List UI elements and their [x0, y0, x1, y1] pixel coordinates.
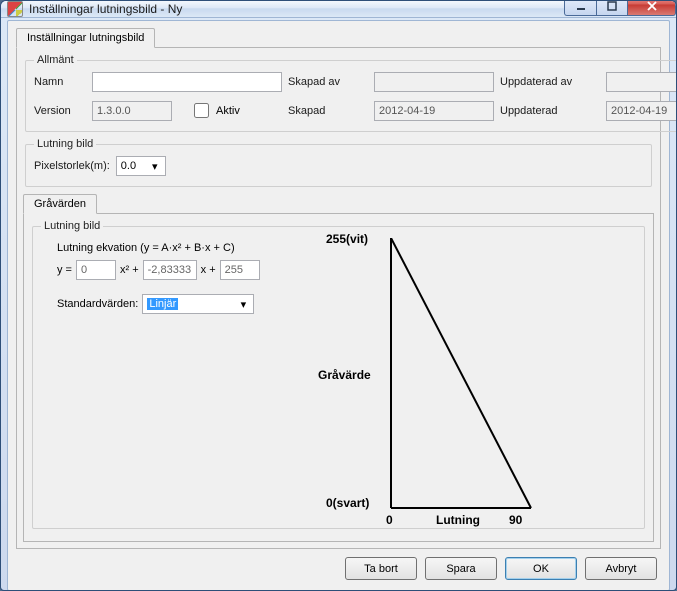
ok-button[interactable]: OK: [505, 557, 577, 580]
std-label: Standardvärden:: [57, 298, 138, 310]
name-label: Namn: [34, 76, 86, 88]
chevron-down-icon: ▾: [147, 160, 163, 173]
pixelsize-combo[interactable]: 0.0 ▾: [116, 156, 166, 176]
close-button[interactable]: [628, 0, 676, 16]
outer-tabstrip: Inställningar lutningsbild: [16, 27, 661, 48]
createdby-field: [374, 72, 494, 92]
equation-row: y = x² + x +: [57, 260, 361, 280]
coeff-b-input: [143, 260, 197, 280]
maximize-icon: [607, 1, 617, 11]
slope-chart: 255(vit) Gråvärde 0(svart) 0 Lutning 90: [381, 238, 601, 518]
version-label: Version: [34, 105, 86, 117]
close-icon: [646, 1, 658, 11]
chart-y-mid: Gråvärde: [318, 368, 371, 382]
inner-tabstrip: Gråvärden: [23, 193, 654, 214]
client-area: Inställningar lutningsbild Allmänt Namn …: [7, 20, 670, 591]
buttons-bar: Ta bort Spara OK Avbryt: [16, 549, 661, 582]
equation-text: Lutning ekvation (y = A·x² + B·x + C): [57, 242, 361, 254]
chart-y-top: 255(vit): [326, 232, 368, 246]
minimize-icon: [576, 1, 586, 11]
coeff-a-input: [76, 260, 116, 280]
created-field: [374, 101, 494, 121]
updated-label: Uppdaterad: [500, 105, 600, 117]
version-field: [92, 101, 172, 121]
chart-svg: [381, 238, 541, 513]
chart-x-0: 0: [386, 513, 393, 527]
delete-button[interactable]: Ta bort: [345, 557, 417, 580]
tab-grayvalues[interactable]: Gråvärden: [23, 194, 97, 214]
titlebar: Inställningar lutningsbild - Ny: [1, 1, 676, 18]
chevron-down-icon: ▾: [235, 298, 251, 311]
x-plus: x +: [201, 264, 216, 276]
updatedby-field: [606, 72, 677, 92]
app-icon: [7, 1, 23, 17]
std-combo[interactable]: Linjär ▾: [142, 294, 254, 314]
updated-field: [606, 101, 677, 121]
y-equals: y =: [57, 264, 72, 276]
std-value: Linjär: [147, 298, 178, 310]
x2-plus: x² +: [120, 264, 139, 276]
general-group: Allmänt Namn Skapad av Uppdaterad av Ver…: [25, 54, 677, 132]
name-input[interactable]: [92, 72, 282, 92]
createdby-label: Skapad av: [288, 76, 368, 88]
outer-panel: Allmänt Namn Skapad av Uppdaterad av Ver…: [16, 48, 661, 549]
slope-image-legend: Lutning bild: [34, 138, 96, 150]
active-label: Aktiv: [216, 105, 240, 117]
pixelsize-value: 0.0: [121, 160, 136, 172]
std-row: Standardvärden: Linjär ▾: [57, 294, 361, 314]
equation-legend: Lutning bild: [41, 220, 103, 232]
window-controls: [564, 0, 676, 16]
equation-left: Lutning ekvation (y = A·x² + B·x + C) y …: [41, 238, 361, 320]
coeff-c-input: [220, 260, 260, 280]
save-button[interactable]: Spara: [425, 557, 497, 580]
active-checkbox-wrap[interactable]: Aktiv: [190, 100, 240, 121]
chart-x-90: 90: [509, 513, 522, 527]
slope-image-group: Lutning bild Pixelstorlek(m): 0.0 ▾: [25, 138, 652, 187]
window: Inställningar lutningsbild - Ny Inställn…: [0, 0, 677, 591]
window-title: Inställningar lutningsbild - Ny: [29, 2, 564, 16]
inner-panel: Lutning bild Lutning ekvation (y = A·x² …: [23, 214, 654, 542]
active-checkbox[interactable]: [194, 103, 209, 118]
general-legend: Allmänt: [34, 54, 77, 66]
tab-settings[interactable]: Inställningar lutningsbild: [16, 28, 155, 48]
chart-x-mid: Lutning: [436, 513, 480, 527]
cancel-button[interactable]: Avbryt: [585, 557, 657, 580]
created-label: Skapad: [288, 105, 368, 117]
equation-group: Lutning bild Lutning ekvation (y = A·x² …: [32, 220, 645, 529]
minimize-button[interactable]: [564, 0, 596, 16]
maximize-button[interactable]: [596, 0, 628, 16]
updatedby-label: Uppdaterad av: [500, 76, 600, 88]
chart-y-bot: 0(svart): [326, 496, 369, 510]
pixelsize-label: Pixelstorlek(m):: [34, 160, 110, 172]
